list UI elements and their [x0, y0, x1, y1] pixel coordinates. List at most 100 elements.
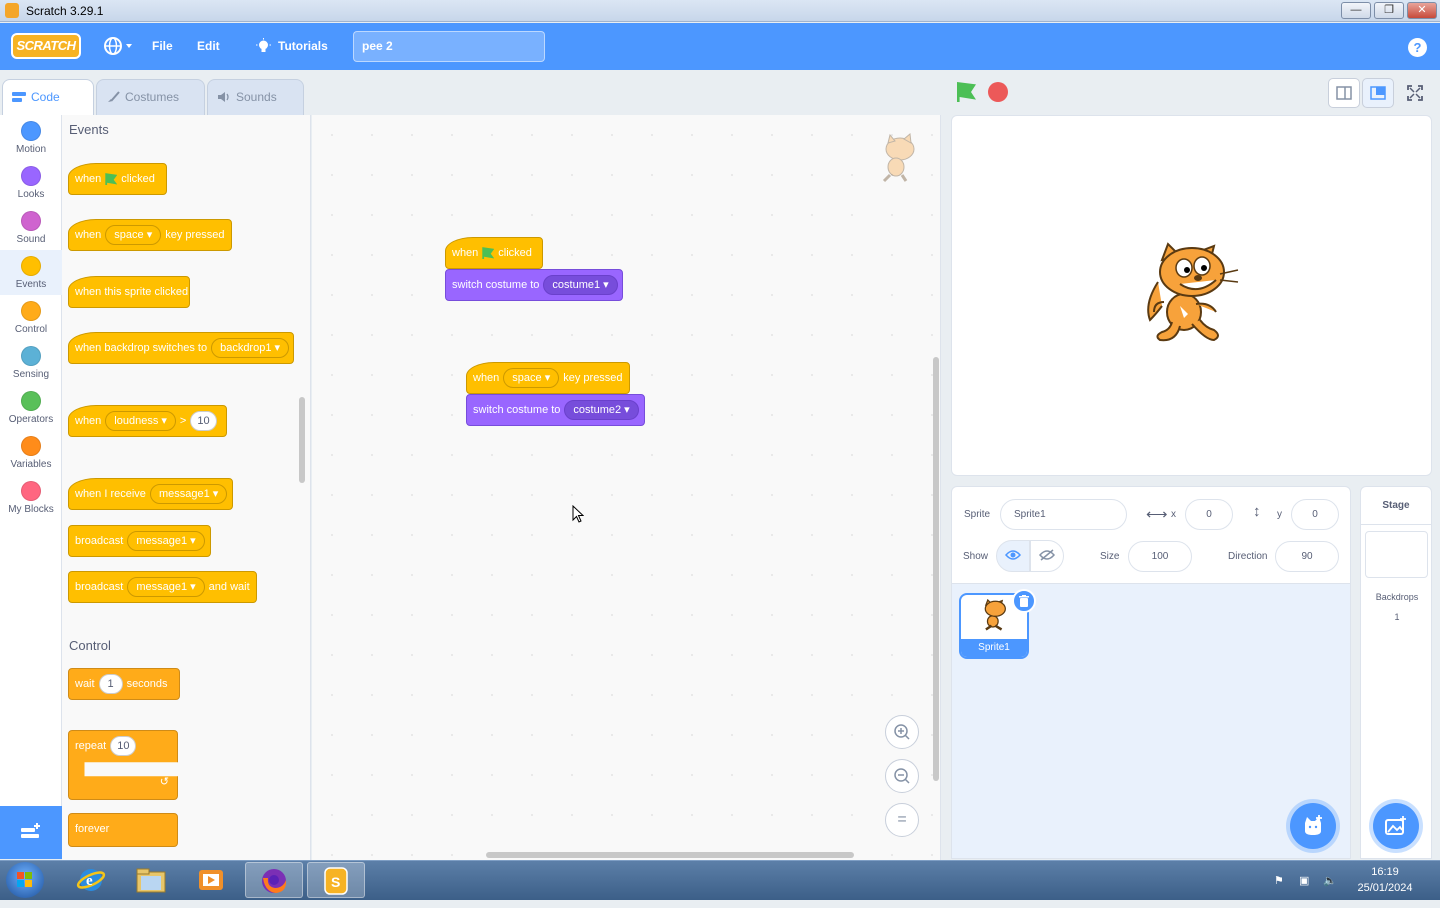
- edit-menu[interactable]: Edit: [197, 23, 220, 70]
- x-position-input[interactable]: 0: [1185, 499, 1233, 530]
- fullscreen-button[interactable]: [1399, 78, 1431, 108]
- category-variables[interactable]: Variables: [0, 430, 62, 475]
- volume-muted-icon[interactable]: 🔈: [1323, 874, 1337, 888]
- green-flag-button[interactable]: [957, 82, 976, 102]
- choose-backdrop-button[interactable]: [1373, 803, 1419, 849]
- small-stage-icon: [1336, 86, 1352, 100]
- hide-sprite-button[interactable]: [1030, 540, 1064, 572]
- scratch-taskbar-icon[interactable]: S: [307, 862, 365, 898]
- fullscreen-icon: [1407, 85, 1423, 101]
- tutorials-menu[interactable]: Tutorials: [255, 23, 328, 70]
- internet-explorer-taskbar-icon[interactable]: e: [62, 862, 120, 898]
- cat-add-icon: [1305, 815, 1322, 835]
- x-label: x: [1171, 509, 1176, 520]
- palette-when-key-pressed[interactable]: when space ▾ key pressed: [68, 219, 232, 251]
- costume-dropdown[interactable]: costume1 ▾: [543, 275, 618, 296]
- brush-icon: [108, 91, 120, 102]
- stage-pane-title: Stage: [1361, 487, 1431, 525]
- palette-forever[interactable]: forever: [68, 813, 178, 847]
- message-dropdown[interactable]: message1 ▾: [149, 484, 228, 505]
- palette-when-backdrop-switches[interactable]: when backdrop switches to backdrop1 ▾: [68, 332, 294, 364]
- delete-sprite-icon[interactable]: [1012, 589, 1036, 613]
- category-looks[interactable]: Looks: [0, 160, 62, 205]
- repeat-count-input[interactable]: 10: [110, 736, 137, 757]
- globe-icon[interactable]: [103, 23, 133, 70]
- sensor-dropdown[interactable]: loudness ▾: [105, 411, 176, 432]
- message-dropdown[interactable]: message1 ▾: [127, 577, 205, 598]
- action-center-icon[interactable]: ⚑: [1274, 874, 1288, 888]
- code-workspace[interactable]: when clicked switch costume to costume1 ▾ …: [312, 115, 941, 860]
- cat-sprite[interactable]: [1140, 242, 1242, 348]
- choose-sprite-button[interactable]: [1290, 803, 1336, 849]
- network-icon[interactable]: ▣: [1299, 874, 1313, 888]
- workspace-horizontal-scrollbar[interactable]: [486, 852, 854, 858]
- firefox-taskbar-icon[interactable]: [245, 862, 303, 898]
- start-button[interactable]: [6, 862, 44, 898]
- show-label: Show: [963, 551, 989, 562]
- palette-wait-seconds[interactable]: wait 1 seconds: [68, 668, 180, 700]
- script1-when-flag-clicked[interactable]: when clicked: [445, 237, 543, 269]
- large-stage-button[interactable]: [1362, 78, 1394, 108]
- category-menu: Motion Looks Sound Events Control Sensin…: [0, 115, 62, 806]
- maximize-button[interactable]: ❐: [1374, 2, 1404, 19]
- threshold-input[interactable]: 10: [190, 411, 217, 432]
- category-sensing[interactable]: Sensing: [0, 340, 62, 385]
- category-operators[interactable]: Operators: [0, 385, 62, 430]
- project-title-input[interactable]: pee 2: [353, 31, 545, 62]
- block-text: when: [473, 372, 500, 384]
- palette-when-sprite-clicked[interactable]: when this sprite clicked: [68, 276, 190, 308]
- backdrop-dropdown[interactable]: backdrop1 ▾: [211, 338, 290, 359]
- message-dropdown[interactable]: message1 ▾: [127, 531, 205, 552]
- show-sprite-button[interactable]: [996, 540, 1030, 572]
- palette-scrollbar[interactable]: [299, 397, 305, 483]
- sprite-name-input[interactable]: Sprite1: [1000, 499, 1127, 530]
- direction-input[interactable]: 90: [1275, 541, 1339, 572]
- zoom-in-button[interactable]: [885, 715, 919, 749]
- small-stage-button[interactable]: [1328, 78, 1360, 108]
- tab-code[interactable]: Code: [2, 79, 94, 115]
- category-events[interactable]: Events: [0, 250, 62, 295]
- stop-button[interactable]: [988, 82, 1008, 102]
- palette-broadcast-and-wait[interactable]: broadcast message1 ▾ and wait: [68, 571, 257, 603]
- palette-when-loudness[interactable]: when loudness ▾ >10: [68, 405, 227, 437]
- category-control[interactable]: Control: [0, 295, 62, 340]
- close-button[interactable]: ✕: [1407, 2, 1437, 19]
- category-sound[interactable]: Sound: [0, 205, 62, 250]
- seconds-input[interactable]: 1: [98, 674, 123, 695]
- y-position-input[interactable]: 0: [1291, 499, 1339, 530]
- dropdown-value: costume2: [573, 404, 622, 417]
- palette-when-i-receive[interactable]: when I receive message1 ▾: [68, 478, 233, 510]
- tab-sounds[interactable]: Sounds: [207, 79, 304, 115]
- speaker-icon: [218, 92, 229, 102]
- category-my-blocks[interactable]: My Blocks: [0, 475, 62, 520]
- workspace-vertical-scrollbar[interactable]: [933, 357, 939, 781]
- palette-when-flag-clicked[interactable]: when clicked: [68, 163, 167, 195]
- key-dropdown[interactable]: space ▾: [503, 368, 560, 389]
- dropdown-value: message1: [136, 535, 188, 548]
- palette-broadcast[interactable]: broadcast message1 ▾: [68, 525, 211, 557]
- loop-arrow-icon: ↺: [159, 776, 169, 788]
- file-menu[interactable]: File: [152, 23, 173, 70]
- control-section-header: Control: [69, 638, 111, 653]
- zoom-out-button[interactable]: [885, 759, 919, 793]
- minimize-button[interactable]: —: [1341, 2, 1371, 19]
- stage-thumbnail[interactable]: [1365, 531, 1428, 578]
- add-extension-icon[interactable]: [0, 806, 62, 859]
- palette-repeat[interactable]: repeat 10 ↺: [68, 730, 178, 800]
- script2-switch-costume[interactable]: switch costume to costume2 ▾: [466, 394, 645, 426]
- stage-canvas[interactable]: [951, 115, 1432, 476]
- script2-when-key-pressed[interactable]: when space ▾ key pressed: [466, 362, 630, 394]
- script1-switch-costume[interactable]: switch costume to costume1 ▾: [445, 269, 623, 301]
- category-motion[interactable]: Motion: [0, 115, 62, 160]
- costume-dropdown[interactable]: costume2 ▾: [564, 400, 639, 421]
- help-icon[interactable]: ?: [1408, 38, 1427, 57]
- taskbar-clock[interactable]: 16:19 25/01/2024: [1340, 864, 1430, 896]
- zoom-reset-button[interactable]: =: [885, 803, 919, 837]
- key-dropdown[interactable]: space ▾: [105, 225, 162, 246]
- media-player-taskbar-icon[interactable]: [182, 862, 240, 898]
- block-text: when this sprite clicked: [75, 286, 189, 298]
- scratch-logo[interactable]: SCRATCH: [11, 33, 81, 59]
- tab-costumes[interactable]: Costumes: [96, 79, 205, 115]
- file-explorer-taskbar-icon[interactable]: [122, 862, 180, 898]
- size-input[interactable]: 100: [1128, 541, 1192, 572]
